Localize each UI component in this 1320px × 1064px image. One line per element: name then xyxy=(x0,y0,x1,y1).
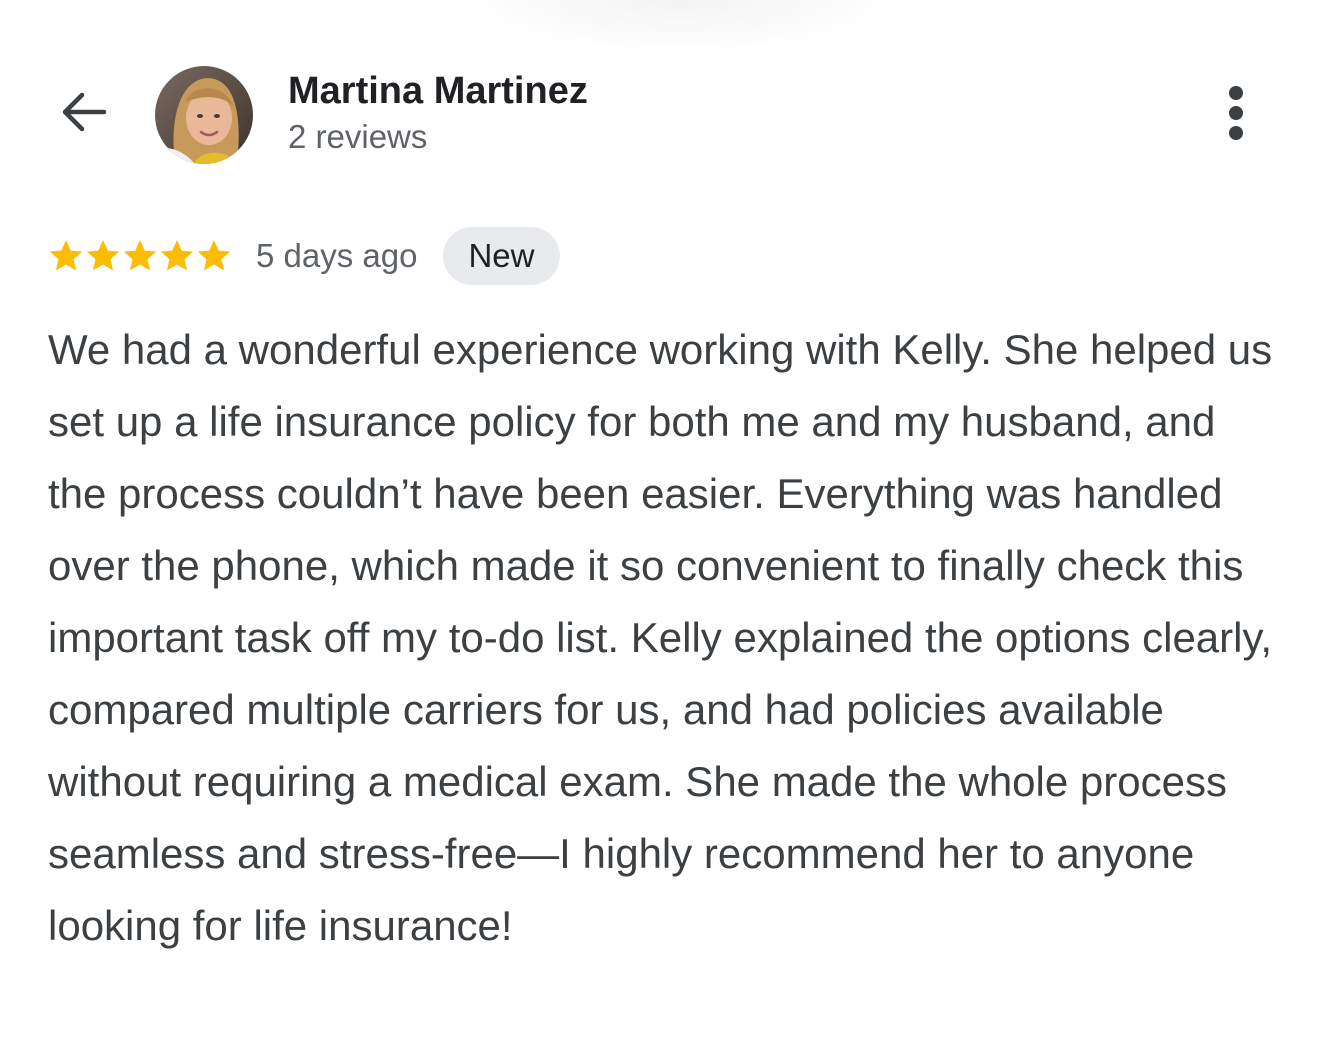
star-icon xyxy=(197,240,231,271)
new-badge: New xyxy=(443,227,560,285)
star-icon xyxy=(160,240,194,271)
reviewer-review-count: 2 reviews xyxy=(288,118,428,155)
reviewer-name[interactable]: Martina Martinez xyxy=(288,69,588,113)
review-meta-row: 5 days ago New xyxy=(48,226,560,286)
review-date: 5 days ago xyxy=(256,237,418,274)
star-icon xyxy=(49,240,83,271)
more-options-button[interactable] xyxy=(1212,84,1260,146)
top-shadow-decoration xyxy=(470,0,890,50)
more-vert-icon xyxy=(1226,85,1246,146)
star-icon xyxy=(123,240,157,271)
review-text: We had a wonderful experience working wi… xyxy=(48,326,1273,949)
arrow-back-icon xyxy=(58,86,110,143)
star-icon xyxy=(86,240,120,271)
star-rating xyxy=(48,238,232,274)
back-button[interactable] xyxy=(52,82,116,146)
user-avatar-photo xyxy=(155,66,253,164)
avatar[interactable] xyxy=(155,66,253,164)
